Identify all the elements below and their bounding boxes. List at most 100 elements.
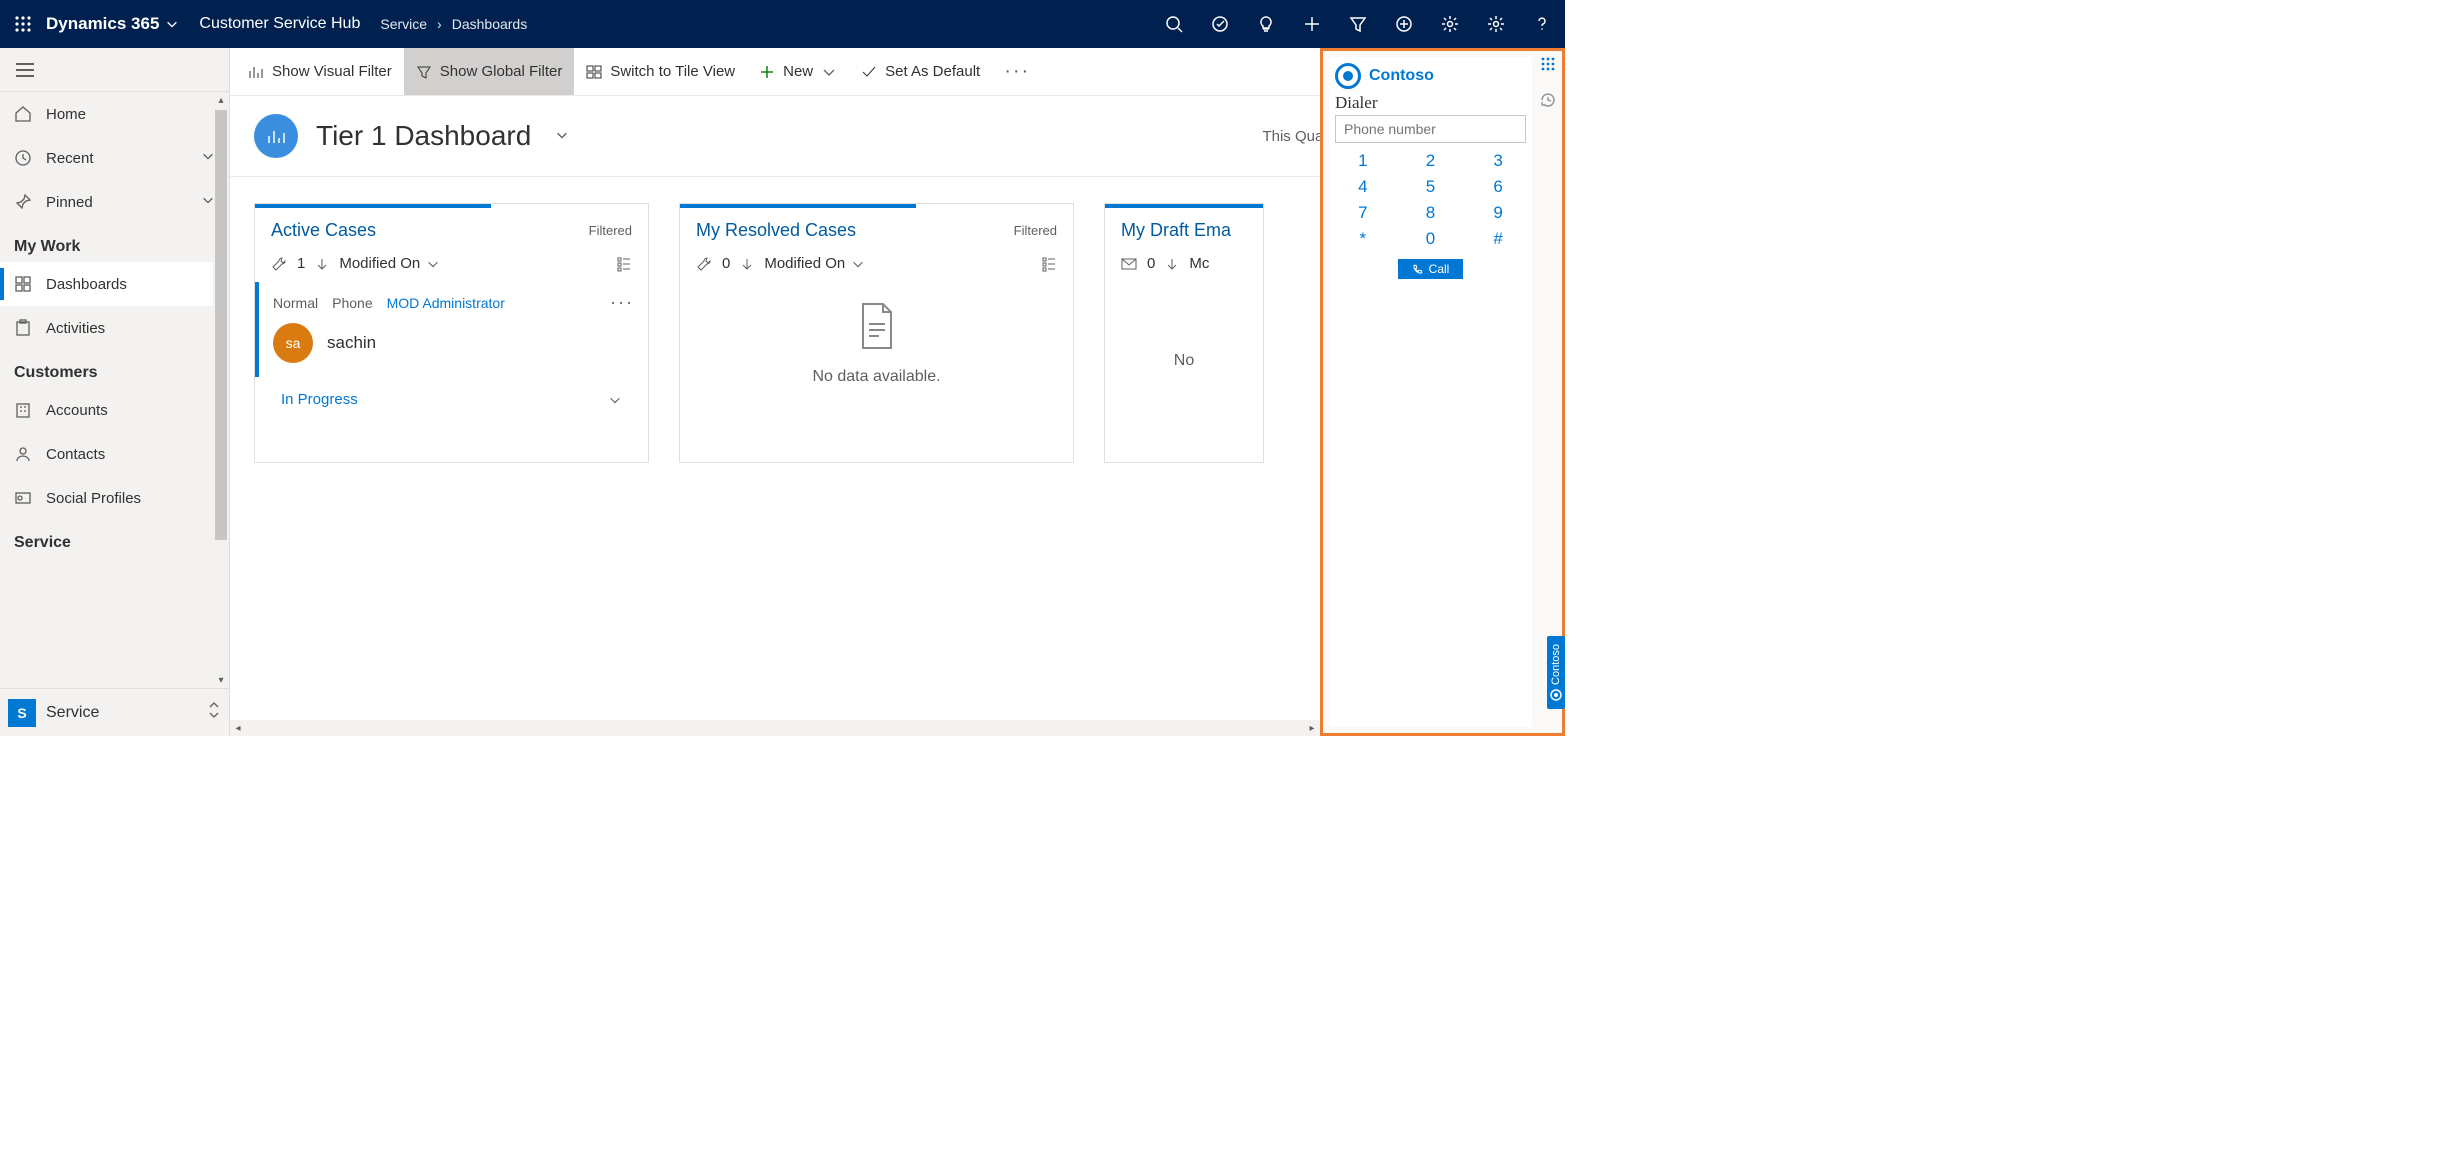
cmd-global-filter[interactable]: Show Global Filter [404,48,575,95]
card-sort[interactable]: Modified On [764,255,865,272]
sidebar-item-pinned[interactable]: Pinned [0,180,229,224]
filtered-label: Filtered [589,223,632,238]
contoso-tab-label: Contoso [1550,644,1562,685]
sidebar-app-switcher[interactable]: S Service [0,688,229,736]
cmd-more[interactable]: ··· [992,48,1042,95]
person-icon [14,445,32,463]
card-title[interactable]: My Resolved Cases [696,220,856,241]
empty-state: No data available. [680,282,1073,410]
key-4[interactable]: 4 [1358,177,1367,197]
case-item[interactable]: Normal Phone MOD Administrator ··· sa sa… [255,282,648,377]
task-icon[interactable] [1197,0,1243,48]
sidebar-item-label: Social Profiles [46,490,141,507]
mail-icon[interactable] [1121,256,1137,272]
key-7[interactable]: 7 [1358,203,1367,223]
checkmark-icon [861,64,877,80]
case-origin: Phone [332,295,372,311]
scroll-up-icon[interactable]: ▴ [213,92,229,108]
scroll-left-icon[interactable]: ◂ [230,723,246,734]
key-8[interactable]: 8 [1426,203,1435,223]
key-2[interactable]: 2 [1426,151,1435,171]
dashboard-icon [14,275,32,293]
hamburger-icon[interactable] [0,48,229,92]
card-sort[interactable]: Mc [1189,255,1209,272]
phone-icon [1412,264,1423,275]
plus-icon[interactable] [1289,0,1335,48]
cmd-visual-filter[interactable]: Show Visual Filter [236,48,404,95]
key-5[interactable]: 5 [1426,177,1435,197]
sidebar-item-label: Recent [46,150,94,167]
card-count: 1 [297,255,305,272]
sidebar-item-home[interactable]: Home [0,92,229,136]
sidebar-item-accounts[interactable]: Accounts [0,388,229,432]
sidebar-item-recent[interactable]: Recent [0,136,229,180]
content: Show Visual Filter Show Global Filter Sw… [230,48,1565,736]
cmd-label: Switch to Tile View [610,63,735,80]
more-icon[interactable]: ··· [610,292,634,313]
updown-icon [207,701,221,724]
sidebar-item-label: Dashboards [46,276,127,293]
list-icon[interactable] [616,256,632,272]
scroll-right-icon[interactable]: ▸ [1304,723,1320,734]
key-star[interactable]: * [1360,229,1367,249]
brand-dropdown[interactable] [165,17,179,31]
key-9[interactable]: 9 [1493,203,1502,223]
cmd-tile-view[interactable]: Switch to Tile View [574,48,747,95]
breadcrumb-root[interactable]: Service [380,16,427,32]
hub-label[interactable]: Customer Service Hub [199,15,360,33]
dashboard-title[interactable]: Tier 1 Dashboard [316,120,531,152]
arrow-down-icon[interactable] [740,257,754,271]
contoso-logo-icon [1550,689,1562,701]
contoso-tab[interactable]: Contoso [1547,636,1565,709]
case-status-row[interactable]: In Progress [255,377,648,414]
card-title[interactable]: Active Cases [271,220,376,241]
scroll-thumb[interactable] [215,110,227,540]
add-circle-icon[interactable] [1381,0,1427,48]
sidebar-scrollbar[interactable]: ▴ ▾ [213,92,229,688]
sidebar-item-contacts[interactable]: Contacts [0,432,229,476]
gear-icon[interactable] [1473,0,1519,48]
history-icon[interactable] [1540,92,1556,113]
list-icon[interactable] [1041,256,1057,272]
sidebar-item-label: Home [46,106,86,123]
lightbulb-icon[interactable] [1243,0,1289,48]
key-6[interactable]: 6 [1493,177,1502,197]
settings-icon[interactable] [1427,0,1473,48]
sidebar-section-service: Service [0,520,229,558]
breadcrumb-leaf[interactable]: Dashboards [452,16,528,32]
building-icon [14,401,32,419]
arrow-down-icon[interactable] [315,257,329,271]
funnel-icon[interactable] [1335,0,1381,48]
cmd-new[interactable]: New [747,48,849,95]
key-3[interactable]: 3 [1493,151,1502,171]
card-resolved-cases: My Resolved Cases Filtered 0 Modified On… [679,203,1074,463]
help-icon[interactable] [1519,0,1565,48]
card-sort[interactable]: Modified On [339,255,440,272]
wrench-icon[interactable] [696,256,712,272]
keypad-toggle-icon[interactable] [1541,57,1555,74]
key-1[interactable]: 1 [1358,151,1367,171]
pin-icon [14,193,32,211]
key-hash[interactable]: # [1493,229,1502,249]
app-icon: S [8,699,36,727]
key-0[interactable]: 0 [1426,229,1435,249]
card-count: 0 [1147,255,1155,272]
search-icon[interactable] [1151,0,1197,48]
scroll-down-icon[interactable]: ▾ [213,672,229,688]
cmd-set-default[interactable]: Set As Default [849,48,992,95]
dialer-brand: Contoso [1369,67,1434,85]
sidebar-item-socialprofiles[interactable]: Social Profiles [0,476,229,520]
empty-state: No [1105,282,1263,394]
sidebar-item-dashboards[interactable]: Dashboards [0,262,229,306]
card-title[interactable]: My Draft Ema [1121,220,1231,241]
case-owner[interactable]: MOD Administrator [387,295,505,311]
phone-number-input[interactable] [1335,115,1526,143]
wrench-icon[interactable] [271,256,287,272]
app-launcher-icon[interactable] [0,0,46,48]
arrow-down-icon[interactable] [1165,257,1179,271]
call-button[interactable]: Call [1398,259,1464,279]
chevron-down-icon[interactable] [555,126,569,147]
sidebar-item-activities[interactable]: Activities [0,306,229,350]
horizontal-scrollbar[interactable]: ◂ ▸ [230,720,1320,736]
call-label: Call [1429,262,1450,276]
